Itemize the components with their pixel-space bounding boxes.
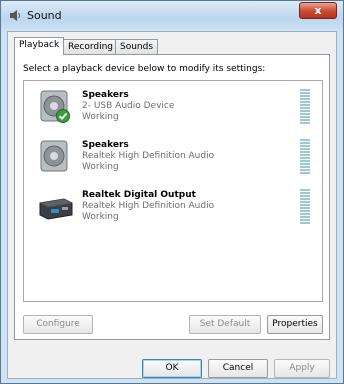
device-name: Speakers [82, 140, 129, 150]
button-label: Properties [272, 319, 318, 329]
device-description: 2- USB Audio Device [82, 101, 175, 111]
apply-button[interactable]: Apply [274, 359, 330, 378]
device-item-digital-output[interactable]: Realtek Digital Output Realtek High Defi… [24, 185, 322, 231]
ok-button[interactable]: OK [142, 359, 202, 378]
playback-tab-page: Select a playback device below to modify… [14, 54, 330, 340]
device-status: Working [82, 212, 119, 222]
tab-label: Sounds [120, 42, 154, 52]
device-item-usb-speakers[interactable]: Speakers 2- USB Audio Device Working [24, 85, 322, 131]
dialog-body: Playback Recording Sounds Select a playb… [7, 31, 337, 379]
device-name: Speakers [82, 90, 129, 100]
tab-recording[interactable]: Recording [63, 39, 119, 54]
digital-output-icon [39, 198, 73, 220]
default-check-icon [56, 109, 70, 123]
speaker-icon [10, 10, 20, 21]
close-icon: x [314, 4, 322, 17]
button-label: Apply [289, 363, 315, 373]
device-list[interactable]: Speakers 2- USB Audio Device Working Spe… [23, 80, 323, 302]
device-description: Realtek High Definition Audio [82, 151, 215, 161]
tab-label: Playback [19, 40, 60, 50]
level-meter [300, 89, 310, 124]
level-meter [300, 189, 310, 224]
button-label: Cancel [222, 363, 254, 373]
device-status: Working [82, 162, 119, 172]
device-name: Realtek Digital Output [82, 190, 196, 200]
sound-dialog: Sound x Playback Recording Sounds Select… [0, 0, 344, 384]
button-label: OK [165, 363, 179, 373]
window-title: Sound [27, 9, 62, 22]
title-bar[interactable]: Sound x [1, 1, 343, 29]
level-meter [300, 139, 310, 174]
tab-playback[interactable]: Playback [14, 37, 65, 55]
button-label: Set Default [199, 319, 251, 329]
device-item-realtek-speakers[interactable]: Speakers Realtek High Definition Audio W… [24, 135, 322, 181]
speaker-icon [40, 140, 68, 172]
device-status: Working [82, 112, 119, 122]
cancel-button[interactable]: Cancel [208, 359, 268, 378]
configure-button[interactable]: Configure [23, 315, 93, 334]
close-button[interactable]: x [299, 2, 337, 19]
tab-label: Recording [68, 42, 114, 52]
properties-button[interactable]: Properties [267, 315, 323, 334]
instruction-text: Select a playback device below to modify… [23, 64, 266, 74]
button-label: Configure [36, 319, 80, 329]
set-default-button[interactable]: Set Default [189, 315, 261, 334]
device-description: Realtek High Definition Audio [82, 201, 215, 211]
tab-sounds[interactable]: Sounds [115, 39, 159, 54]
